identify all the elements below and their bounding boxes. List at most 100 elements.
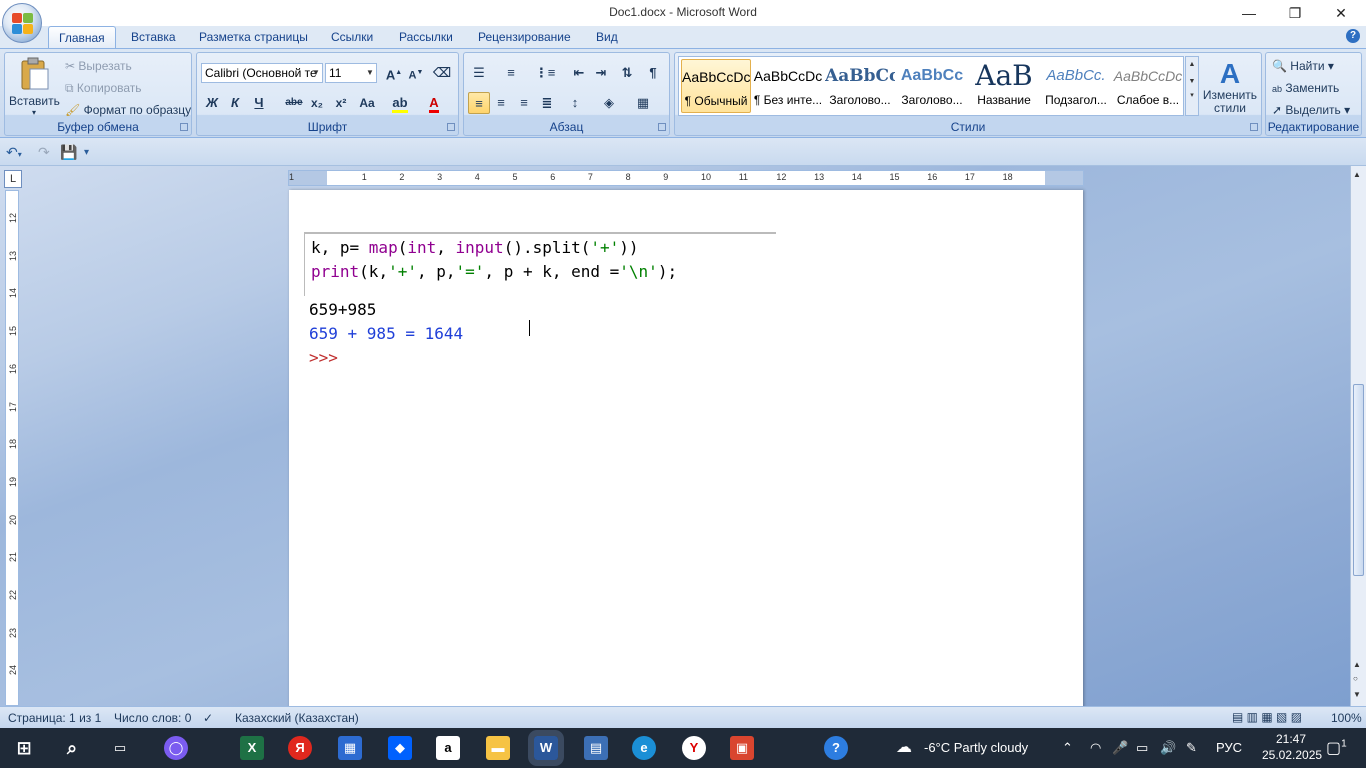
select-button[interactable]: ➚ Выделить ▾ (1272, 103, 1350, 117)
tray-chevron-icon[interactable]: ⌃ (1062, 740, 1073, 756)
page-count[interactable]: Страница: 1 из 1 (8, 711, 101, 725)
pen-icon[interactable]: ✎ (1186, 740, 1197, 756)
volume-icon[interactable]: 🔊 (1160, 740, 1176, 756)
task-view-icon[interactable]: ▭ (108, 736, 132, 760)
yandex-browser-icon[interactable]: Y (682, 736, 706, 760)
font-family-select[interactable]: Calibri (Основной те ▼ (201, 63, 323, 83)
battery-icon[interactable]: ▭ (1136, 740, 1148, 756)
underline-button[interactable]: Ч (248, 92, 270, 114)
style-subtle-emphasis[interactable]: AaBbCcDc Слабое в... (1113, 59, 1183, 113)
bold-button[interactable]: Ж (201, 92, 223, 114)
help-app-icon[interactable]: ? (824, 736, 848, 760)
numbering-icon[interactable]: ≡ (500, 62, 522, 84)
yandex-icon[interactable]: Я (288, 736, 312, 760)
font-color-icon[interactable]: A (423, 92, 445, 114)
edge-icon[interactable]: e (632, 736, 656, 760)
scroll-up-icon[interactable]: ▲ (1353, 170, 1361, 179)
excel-icon[interactable]: X (240, 736, 264, 760)
windows-start-icon[interactable]: ⊞ (12, 736, 36, 760)
weather-icon[interactable]: ☁ (892, 736, 916, 760)
tab-selector-icon[interactable]: L (4, 170, 22, 188)
dialog-launcher-icon[interactable] (658, 123, 666, 131)
customize-toolbar-icon[interactable]: ▾ (84, 147, 89, 158)
proofing-icon[interactable]: ✓ (203, 711, 213, 725)
strikethrough-button[interactable]: abe (283, 92, 305, 114)
tab-view[interactable]: Вид (586, 26, 628, 48)
wifi-icon[interactable]: ◠ (1090, 740, 1101, 756)
undo-icon[interactable]: ↶▾ (6, 144, 22, 161)
grow-font-button[interactable]: A▲ (383, 62, 405, 84)
shading-icon[interactable]: ◈ (598, 92, 620, 114)
maximize-button[interactable]: ❐ (1272, 0, 1318, 26)
find-button[interactable]: 🔍 Найти ▾ (1272, 59, 1334, 73)
align-right-icon[interactable]: ≡ (513, 92, 535, 114)
view-layout-icon[interactable]: ▤ ▥ ▦ ▧ ▨ (1232, 710, 1302, 724)
language-status[interactable]: Казахский (Казахстан) (235, 711, 359, 725)
help-icon[interactable]: ? (1346, 29, 1360, 43)
change-styles-button[interactable]: A Изменить стили (1201, 59, 1259, 115)
amazon-icon[interactable]: a (436, 736, 460, 760)
tab-mailings[interactable]: Рассылки (389, 26, 463, 48)
show-marks-icon[interactable]: ¶ (642, 62, 664, 84)
clear-formatting-icon[interactable]: ⌫ (431, 62, 453, 84)
bullets-icon[interactable]: ☰ (468, 62, 490, 84)
scroll-up-icon[interactable]: ▲ (1353, 660, 1361, 669)
browse-object-icon[interactable]: ○ (1353, 674, 1358, 683)
borders-icon[interactable]: ▦ (632, 92, 654, 114)
sort-icon[interactable]: ⇅ (616, 62, 638, 84)
office-button[interactable] (2, 3, 42, 43)
dialog-launcher-icon[interactable] (447, 123, 455, 131)
style-heading-2[interactable]: AaBbCc Заголово... (897, 59, 967, 113)
align-left-icon[interactable]: ≡ (468, 92, 490, 114)
store-icon[interactable]: ▦ (338, 736, 362, 760)
dialog-launcher-icon[interactable] (1250, 123, 1258, 131)
word-icon[interactable]: W (528, 730, 564, 766)
justify-icon[interactable]: ≣ (536, 92, 558, 114)
style-subtitle[interactable]: AaBbCc. Подзагол... (1041, 59, 1111, 113)
save-icon[interactable]: 💾 (60, 144, 77, 161)
tab-page-layout[interactable]: Разметка страницы (189, 26, 318, 48)
microphone-icon[interactable]: 🎤 (1112, 740, 1128, 756)
line-spacing-icon[interactable]: ↕ (564, 92, 586, 114)
vertical-scrollbar[interactable]: ▲ ▲ ○ ▼ (1350, 166, 1366, 706)
paste-button[interactable]: Вставить ▾ (9, 57, 60, 117)
style-heading-1[interactable]: AaBbCc Заголово... (825, 59, 895, 113)
zoom-level[interactable]: 100% (1331, 711, 1362, 725)
scroll-down-icon[interactable]: ▼ (1353, 690, 1361, 699)
highlight-icon[interactable]: ab (389, 92, 411, 114)
word-count[interactable]: Число слов: 0 (114, 711, 191, 725)
redo-icon[interactable]: ↷ (38, 144, 50, 161)
align-center-icon[interactable]: ≡ (490, 92, 512, 114)
search-icon[interactable]: ⌕ (60, 736, 84, 760)
gallery-scroll[interactable]: ▲ ▼ ▾ (1185, 56, 1199, 116)
decrease-indent-icon[interactable]: ⇤ (568, 62, 590, 84)
clock-time[interactable]: 21:47 (1276, 732, 1306, 746)
shrink-font-button[interactable]: A▼ (405, 62, 427, 84)
clock-date[interactable]: 25.02.2025 (1262, 748, 1322, 762)
style-no-spacing[interactable]: AaBbCcDc ¶ Без инте... (753, 59, 823, 113)
change-case-button[interactable]: Aa (356, 92, 378, 114)
style-normal[interactable]: AaBbCcDc ¶ Обычный (681, 59, 751, 113)
horizontal-ruler[interactable]: 1 1 2 3 4 5 6 7 8 9 10 11 12 13 14 15 16 17 18 (288, 170, 1084, 186)
close-button[interactable]: ✕ (1318, 0, 1364, 26)
font-size-select[interactable]: 11 ▼ (325, 63, 377, 83)
weather-text[interactable]: -6°C Partly cloudy (924, 740, 1028, 755)
tab-insert[interactable]: Вставка (121, 26, 186, 48)
tab-review[interactable]: Рецензирование (468, 26, 581, 48)
dialog-launcher-icon[interactable] (180, 123, 188, 131)
format-painter-button[interactable]: 🖌 Формат по образцу (65, 103, 191, 117)
italic-button[interactable]: К (224, 92, 246, 114)
file-explorer-icon[interactable]: ▬ (486, 736, 510, 760)
replace-button[interactable]: ab Заменить (1272, 81, 1339, 95)
scroll-thumb[interactable] (1353, 384, 1364, 576)
dropbox-icon[interactable]: ◆ (388, 736, 412, 760)
document-app-icon[interactable]: ▤ (584, 736, 608, 760)
cut-button[interactable]: ✂ Вырезать (65, 59, 132, 73)
vertical-ruler[interactable]: 12 13 14 15 16 17 18 19 20 21 22 23 24 (5, 190, 19, 706)
document-page[interactable]: k, p= map(int, input().split('+')) print… (289, 190, 1083, 706)
alice-icon[interactable]: ◯ (164, 736, 188, 760)
subscript-button[interactable]: x₂ (306, 92, 328, 114)
tab-references[interactable]: Ссылки (321, 26, 383, 48)
input-language[interactable]: РУС (1216, 740, 1242, 755)
copy-button[interactable]: ⧉ Копировать (65, 81, 142, 96)
